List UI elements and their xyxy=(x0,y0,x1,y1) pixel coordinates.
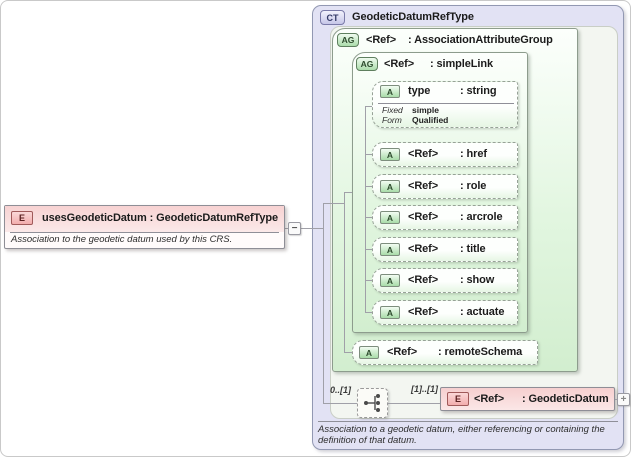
attribute-actuate-ref: <Ref> xyxy=(408,306,439,318)
attribute-remoteschema-type: : remoteSchema xyxy=(438,346,523,358)
simplelink-type-label: : simpleLink xyxy=(430,58,493,70)
expand-button[interactable]: + xyxy=(617,393,630,406)
connector-main-vertical xyxy=(323,203,324,404)
attribute-href-icon: A xyxy=(380,148,400,161)
attribute-remoteschema-ref: <Ref> xyxy=(387,346,418,358)
attribute-title-ref: <Ref> xyxy=(408,243,439,255)
attribute-actuate-icon: A xyxy=(380,306,400,319)
attribute-arcrole-ref: <Ref> xyxy=(408,211,439,223)
element-geodeticdatum-type: : GeodeticDatum xyxy=(522,393,609,405)
attribute-type-datatype: : string xyxy=(460,85,497,97)
schema-diagram: CT GeodeticDatumRefType AG <Ref> : Assoc… xyxy=(0,0,631,457)
connector-stub-actuate xyxy=(365,312,372,313)
simplelink-icon: AG xyxy=(356,57,378,71)
attribute-title-type: : title xyxy=(460,243,486,255)
element-geodeticdatum-icon: E xyxy=(447,392,469,406)
attributegroup-ref-label: <Ref> xyxy=(366,34,397,46)
connector-stub-arcrole xyxy=(365,217,372,218)
attribute-type-name: type xyxy=(408,85,431,97)
attribute-actuate-type: : actuate xyxy=(460,306,505,318)
attribute-show-ref: <Ref> xyxy=(408,274,439,286)
element-geodeticdatum-ref: <Ref> xyxy=(474,393,505,405)
connector-to-remoteschema xyxy=(344,352,352,353)
complextype-title: GeodeticDatumRefType xyxy=(352,11,474,23)
simplelink-ref-label: <Ref> xyxy=(384,58,415,70)
connector-attributegroup-vertical xyxy=(344,192,345,353)
attribute-title-icon: A xyxy=(380,243,400,256)
connector-stub-role xyxy=(365,186,372,187)
attribute-remoteschema-icon: A xyxy=(359,346,379,359)
attribute-href-ref: <Ref> xyxy=(408,148,439,160)
element-annotation-separator xyxy=(10,232,279,233)
facet-form-value: Qualified xyxy=(412,115,449,125)
attribute-arcrole-type: : arcrole xyxy=(460,211,503,223)
attribute-role-type: : role xyxy=(460,180,487,192)
sequence-compositor[interactable] xyxy=(357,388,388,418)
attribute-type-icon: A xyxy=(380,85,400,98)
attribute-arcrole-icon: A xyxy=(380,211,400,224)
connector-to-simplelink xyxy=(344,192,352,193)
connector-to-attributegroup xyxy=(323,203,344,204)
attributegroup-icon: AG xyxy=(337,33,359,47)
connector-simplelink-vertical xyxy=(365,106,366,313)
facet-fixed-value: simple xyxy=(412,105,439,115)
ct-annotation: Association to a geodetic datum, either … xyxy=(318,424,605,446)
ct-annotation-separator xyxy=(318,421,618,422)
attribute-href-type: : href xyxy=(460,148,487,160)
collapse-button[interactable]: − xyxy=(288,222,301,235)
attribute-role-ref: <Ref> xyxy=(408,180,439,192)
connector-stub-type xyxy=(365,106,372,107)
facet-form-label: Form xyxy=(382,115,402,125)
occurrence-label-before: 0..[1] xyxy=(330,385,352,395)
attributegroup-type-label: : AssociationAttributeGroup xyxy=(408,34,553,46)
attribute-show-icon: A xyxy=(380,274,400,287)
element-usesgeodeticdatum-title: usesGeodeticDatum : GeodeticDatumRefType xyxy=(42,212,279,224)
connector-to-sequence xyxy=(323,403,357,404)
sequence-icon xyxy=(364,394,380,412)
occurrence-label-after: [1]..[1] xyxy=(411,384,438,394)
connector-stub-show xyxy=(365,280,372,281)
attribute-role-icon: A xyxy=(380,180,400,193)
connector-stub-href xyxy=(365,154,372,155)
attribute-show-type: : show xyxy=(460,274,495,286)
element-usesgeodeticdatum-annotation: Association to the geodetic datum used b… xyxy=(11,234,233,245)
complextype-icon: CT xyxy=(320,10,345,25)
facet-separator xyxy=(378,103,514,104)
connector-sequence-to-element xyxy=(388,403,440,404)
connector-stub-title xyxy=(365,249,372,250)
element-usesgeodeticdatum-icon: E xyxy=(11,211,33,225)
